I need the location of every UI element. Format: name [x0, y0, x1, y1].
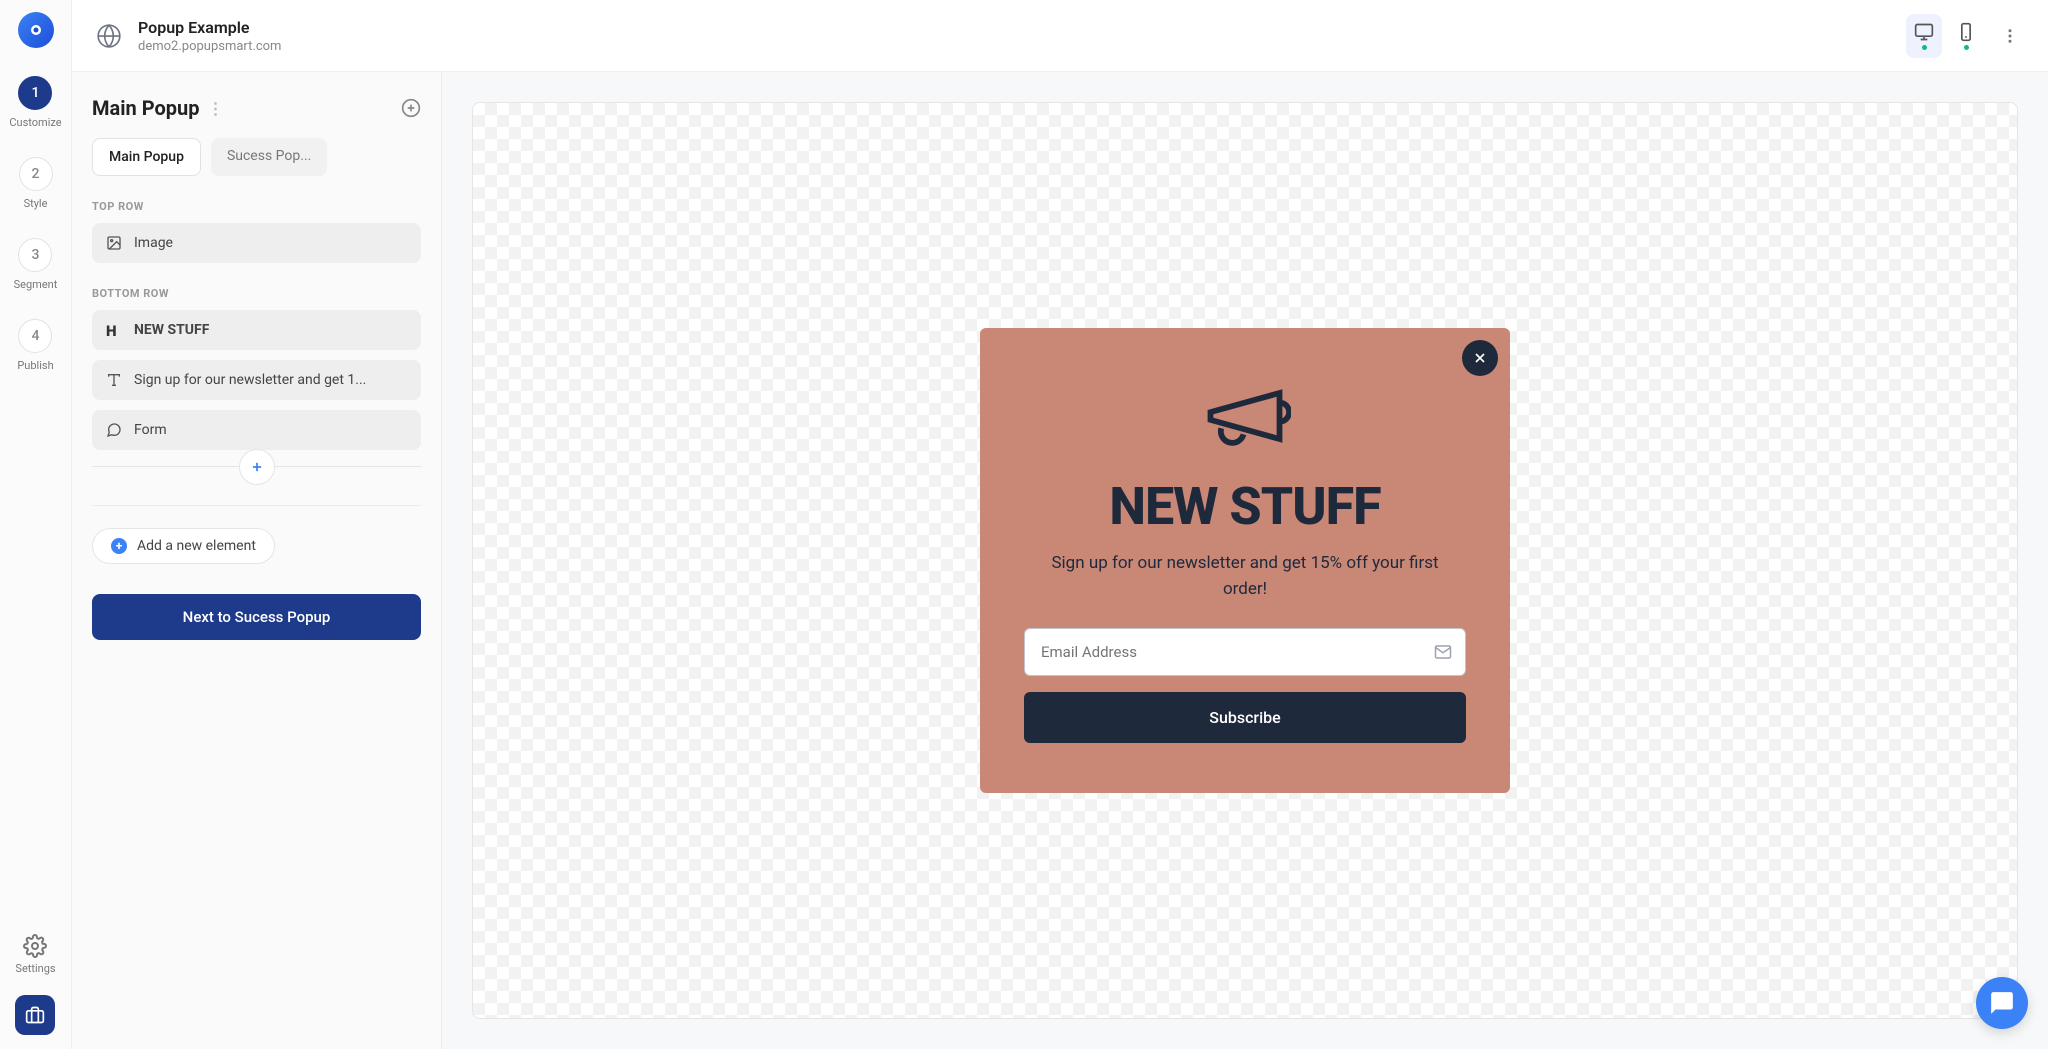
rail-step-segment[interactable]: 3 Segment — [14, 238, 58, 291]
separator — [92, 505, 421, 506]
more-vertical-icon[interactable]: ⋮ — [207, 99, 223, 118]
sidebar-title-text: Main Popup — [92, 96, 199, 120]
rail-step-number: 3 — [18, 238, 52, 272]
top-bar: Popup Example demo2.popupsmart.com — [72, 0, 2048, 72]
rail-briefcase-button[interactable] — [15, 995, 55, 1035]
element-label: NEW STUFF — [134, 322, 209, 338]
briefcase-icon — [25, 1005, 45, 1025]
form-icon — [106, 422, 122, 438]
more-menu-button[interactable] — [1996, 27, 2024, 45]
device-mobile-button[interactable] — [1948, 14, 1984, 58]
popup-preview[interactable]: NEW STUFF Sign up for our newsletter and… — [980, 328, 1510, 793]
section-label-top-row: TOP ROW — [92, 200, 421, 213]
main-area: Popup Example demo2.popupsmart.com Main … — [72, 0, 2048, 1049]
popup-email-field-wrap — [1024, 628, 1466, 676]
element-item-text[interactable]: Sign up for our newsletter and get 1... — [92, 360, 421, 400]
rail-step-number: 2 — [19, 157, 53, 191]
rail-step-label: Customize — [9, 116, 61, 129]
canvas-frame[interactable]: NEW STUFF Sign up for our newsletter and… — [472, 102, 2018, 1019]
mail-icon — [1434, 643, 1452, 661]
plus-icon — [250, 460, 264, 474]
close-icon — [1472, 350, 1488, 366]
device-desktop-button[interactable] — [1906, 14, 1942, 58]
megaphone-icon — [1199, 370, 1291, 462]
popup-close-button[interactable] — [1462, 340, 1498, 376]
plus-icon: + — [111, 538, 127, 554]
page-subtitle: demo2.popupsmart.com — [138, 39, 1906, 54]
rail-step-publish[interactable]: 4 Publish — [17, 319, 53, 372]
next-button[interactable]: Next to Sucess Popup — [92, 594, 421, 640]
rail-step-label: Style — [24, 197, 48, 210]
sidebar-title: Main Popup ⋮ — [92, 96, 223, 120]
globe-icon — [96, 23, 122, 49]
popup-email-input[interactable] — [1024, 628, 1466, 676]
app-logo[interactable] — [18, 12, 54, 48]
status-dot — [1964, 45, 1969, 50]
heading-icon: H — [106, 322, 122, 338]
rail-settings-label: Settings — [15, 962, 55, 975]
popup-image[interactable] — [1199, 370, 1291, 462]
popup-tabs: Main Popup Sucess Pop... — [92, 138, 421, 176]
device-switch — [1906, 14, 1984, 58]
tab-success-popup[interactable]: Sucess Pop... — [211, 138, 327, 176]
title-block: Popup Example demo2.popupsmart.com — [138, 18, 1906, 54]
canvas: NEW STUFF Sign up for our newsletter and… — [442, 72, 2048, 1049]
add-popup-button[interactable] — [401, 98, 421, 118]
rail-step-number: 4 — [18, 319, 52, 353]
tab-main-popup[interactable]: Main Popup — [92, 138, 201, 176]
add-new-element-button[interactable]: + Add a new element — [92, 528, 275, 564]
section-label-bottom-row: BOTTOM ROW — [92, 287, 421, 300]
rail-step-label: Segment — [14, 278, 58, 291]
rail-step-style[interactable]: 2 Style — [19, 157, 53, 210]
desktop-icon — [1914, 22, 1934, 42]
chat-icon — [1989, 990, 2015, 1016]
elements-sidebar: Main Popup ⋮ Main Popup Sucess Pop... TO… — [72, 72, 442, 1049]
chat-fab[interactable] — [1976, 977, 2028, 1029]
popup-submit-button[interactable]: Subscribe — [1024, 692, 1466, 743]
text-icon — [106, 372, 122, 388]
mobile-icon — [1956, 22, 1976, 42]
element-item-headline[interactable]: H NEW STUFF — [92, 310, 421, 350]
rail-step-customize[interactable]: 1 Customize — [9, 76, 61, 129]
element-item-image[interactable]: Image — [92, 223, 421, 263]
popup-headline[interactable]: NEW STUFF — [1024, 476, 1466, 537]
page-title: Popup Example — [138, 18, 1906, 37]
left-rail: 1 Customize 2 Style 3 Segment 4 Publish … — [0, 0, 72, 1049]
popup-subtext[interactable]: Sign up for our newsletter and get 15% o… — [1024, 551, 1466, 602]
status-dot — [1922, 45, 1927, 50]
image-icon — [106, 235, 122, 251]
more-vertical-icon — [2001, 27, 2019, 45]
element-label: Sign up for our newsletter and get 1... — [134, 372, 366, 388]
insert-element-button[interactable] — [239, 449, 275, 485]
rail-step-number: 1 — [18, 76, 52, 110]
element-label: Form — [134, 422, 167, 438]
rail-step-label: Publish — [17, 359, 53, 372]
add-element-label: Add a new element — [137, 538, 256, 554]
gear-icon — [23, 934, 47, 958]
element-label: Image — [134, 235, 173, 251]
element-item-form[interactable]: Form — [92, 410, 421, 450]
rail-settings[interactable]: Settings — [15, 934, 55, 975]
insert-divider — [92, 466, 421, 467]
